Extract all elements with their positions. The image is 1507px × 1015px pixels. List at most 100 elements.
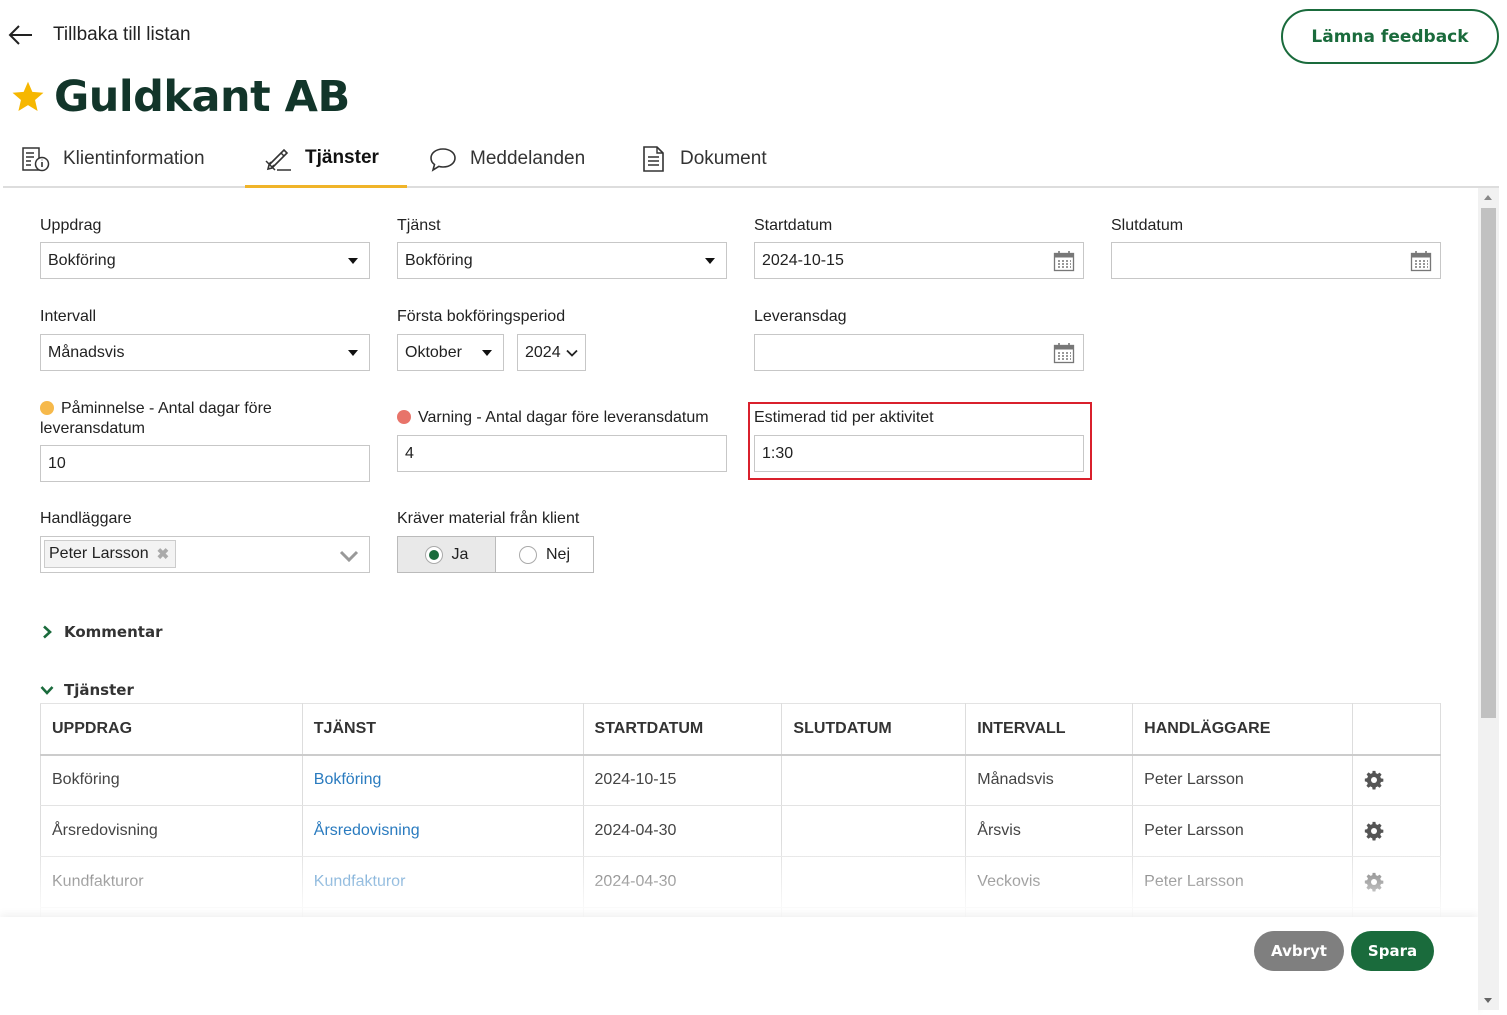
cell-intervall: Veckovis <box>965 856 1134 908</box>
scrollbar[interactable] <box>1478 188 1499 1010</box>
chevron-down-icon <box>40 686 54 695</box>
cell-handlaggare: Peter Larsson <box>1132 856 1354 908</box>
varning-label-text: Varning - Antal dagar före leveransdatum <box>418 409 709 426</box>
scroll-down-icon[interactable] <box>1484 998 1492 1003</box>
period-year-value: 2024 <box>525 343 561 361</box>
tjanst-select[interactable]: Bokföring <box>397 242 727 279</box>
remove-icon[interactable]: ✖ <box>157 545 170 563</box>
estimerad-tid-input[interactable]: 1:30 <box>754 435 1084 472</box>
radio-label: Ja <box>451 545 469 563</box>
cell-uppdrag: Årsredovisning <box>40 805 303 857</box>
kraver-material-radio-group: Ja Nej <box>397 536 594 573</box>
uppdrag-value: Bokföring <box>48 251 116 269</box>
startdatum-field[interactable]: 2024-10-15 <box>754 242 1084 279</box>
tab-label: Dokument <box>680 148 767 169</box>
period-month-select[interactable]: Oktober <box>397 334 504 371</box>
tab-label: Tjänster <box>305 146 379 168</box>
cancel-button[interactable]: Avbryt <box>1254 931 1344 971</box>
table-header-row: UPPDRAG TJÄNST STARTDATUM SLUTDATUM INTE… <box>40 703 1441 756</box>
top-bar: Tillbaka till listan Lämna feedback <box>0 0 1507 70</box>
tjanst-link[interactable]: Bokföring <box>314 771 382 788</box>
cell-slutdatum <box>781 856 967 908</box>
startdatum-label: Startdatum <box>754 217 833 234</box>
tab-klientinformation[interactable]: Klientinformation <box>21 130 205 188</box>
warning-dot-icon <box>397 410 411 424</box>
cell-intervall: Månadsvis <box>965 754 1134 806</box>
startdatum-value: 2024-10-15 <box>762 251 844 269</box>
radio-nej[interactable]: Nej <box>496 537 593 572</box>
cell-tjanst: Bokföring <box>302 754 584 806</box>
tjanst-link[interactable]: Årsredovisning <box>314 822 420 839</box>
radio-ja[interactable]: Ja <box>398 537 496 572</box>
leveransdag-label: Leveransdag <box>754 308 847 325</box>
column-header[interactable]: UPPDRAG <box>40 703 303 756</box>
tab-tjanster[interactable]: Tjänster <box>245 130 407 188</box>
reminder-dot-icon <box>40 401 54 415</box>
tab-meddelanden[interactable]: Meddelanden <box>428 130 585 188</box>
back-link-label: Tillbaka till listan <box>53 24 191 45</box>
page-title: Guldkant AB <box>54 72 350 122</box>
uppdrag-label: Uppdrag <box>40 217 102 234</box>
table-row: Årsredovisning Årsredovisning 2024-04-30… <box>40 805 1441 857</box>
cell-handlaggare: Peter Larsson <box>1132 754 1354 806</box>
gear-icon[interactable] <box>1364 821 1384 841</box>
client-info-icon <box>22 147 50 172</box>
handlaggare-label: Handläggare <box>40 510 132 527</box>
leveransdag-field[interactable] <box>754 334 1084 371</box>
column-header <box>1352 703 1441 756</box>
cell-uppdrag: Bokföring <box>40 754 303 806</box>
forsta-period-label: Första bokföringsperiod <box>397 308 566 325</box>
back-link[interactable]: Tillbaka till listan <box>8 22 191 48</box>
period-year-select[interactable]: 2024 <box>517 334 586 371</box>
star-icon[interactable] <box>10 79 46 115</box>
intervall-select[interactable]: Månadsvis <box>40 334 370 371</box>
gear-icon[interactable] <box>1364 770 1384 790</box>
calendar-icon[interactable] <box>1053 250 1075 272</box>
uppdrag-select[interactable]: Bokföring <box>40 242 370 279</box>
scroll-up-icon[interactable] <box>1484 195 1492 200</box>
varning-value: 4 <box>405 444 414 462</box>
caret-down-icon <box>348 258 358 264</box>
handlaggare-chip: Peter Larsson ✖ <box>44 540 177 568</box>
column-header[interactable]: TJÄNST <box>302 703 584 756</box>
chevron-down-icon <box>339 550 359 563</box>
kraver-material-label: Kräver material från klient <box>397 510 580 527</box>
pen-ruler-icon <box>265 148 291 171</box>
paminnelse-value: 10 <box>48 454 66 472</box>
cell-startdatum: 2024-04-30 <box>583 856 783 908</box>
column-header[interactable]: HANDLÄGGARE <box>1132 703 1354 756</box>
cell-tjanst: Kundfakturor <box>302 856 584 908</box>
tab-dokument[interactable]: Dokument <box>638 130 767 188</box>
kommentar-toggle[interactable]: Kommentar <box>40 623 162 641</box>
paminnelse-input[interactable]: 10 <box>40 445 370 482</box>
paminnelse-label: Påminnelse - Antal dagar före leveransda… <box>40 399 340 439</box>
cell-intervall: Årsvis <box>965 805 1134 857</box>
column-header[interactable]: INTERVALL <box>965 703 1134 756</box>
scrollbar-thumb[interactable] <box>1481 208 1496 718</box>
column-header[interactable]: STARTDATUM <box>583 703 783 756</box>
caret-down-icon <box>705 258 715 264</box>
column-header[interactable]: SLUTDATUM <box>781 703 967 756</box>
kommentar-label: Kommentar <box>64 623 163 641</box>
calendar-icon[interactable] <box>1053 342 1075 364</box>
caret-down-icon <box>482 350 492 356</box>
gear-icon[interactable] <box>1364 872 1384 892</box>
cell-startdatum: 2024-10-15 <box>583 754 783 806</box>
tjanst-link[interactable]: Kundfakturor <box>314 873 406 890</box>
speech-bubble-icon <box>430 148 456 172</box>
estimerad-tid-label: Estimerad tid per aktivitet <box>754 409 934 426</box>
tjanster-toggle[interactable]: Tjänster <box>40 681 134 699</box>
slutdatum-field[interactable] <box>1111 242 1441 279</box>
paminnelse-label-text: Påminnelse - Antal dagar före leveransda… <box>40 400 272 437</box>
table-row: Kundfakturor Kundfakturor 2024-04-30 Vec… <box>40 856 1441 908</box>
document-icon <box>643 146 664 172</box>
tab-label: Klientinformation <box>63 148 205 169</box>
intervall-value: Månadsvis <box>48 343 125 361</box>
radio-empty-icon <box>518 545 537 564</box>
feedback-button[interactable]: Lämna feedback <box>1281 9 1499 64</box>
varning-input[interactable]: 4 <box>397 435 727 472</box>
save-button[interactable]: Spara <box>1351 931 1434 971</box>
calendar-icon[interactable] <box>1410 250 1432 272</box>
cell-tjanst: Årsredovisning <box>302 805 584 857</box>
tab-label: Meddelanden <box>470 148 586 169</box>
